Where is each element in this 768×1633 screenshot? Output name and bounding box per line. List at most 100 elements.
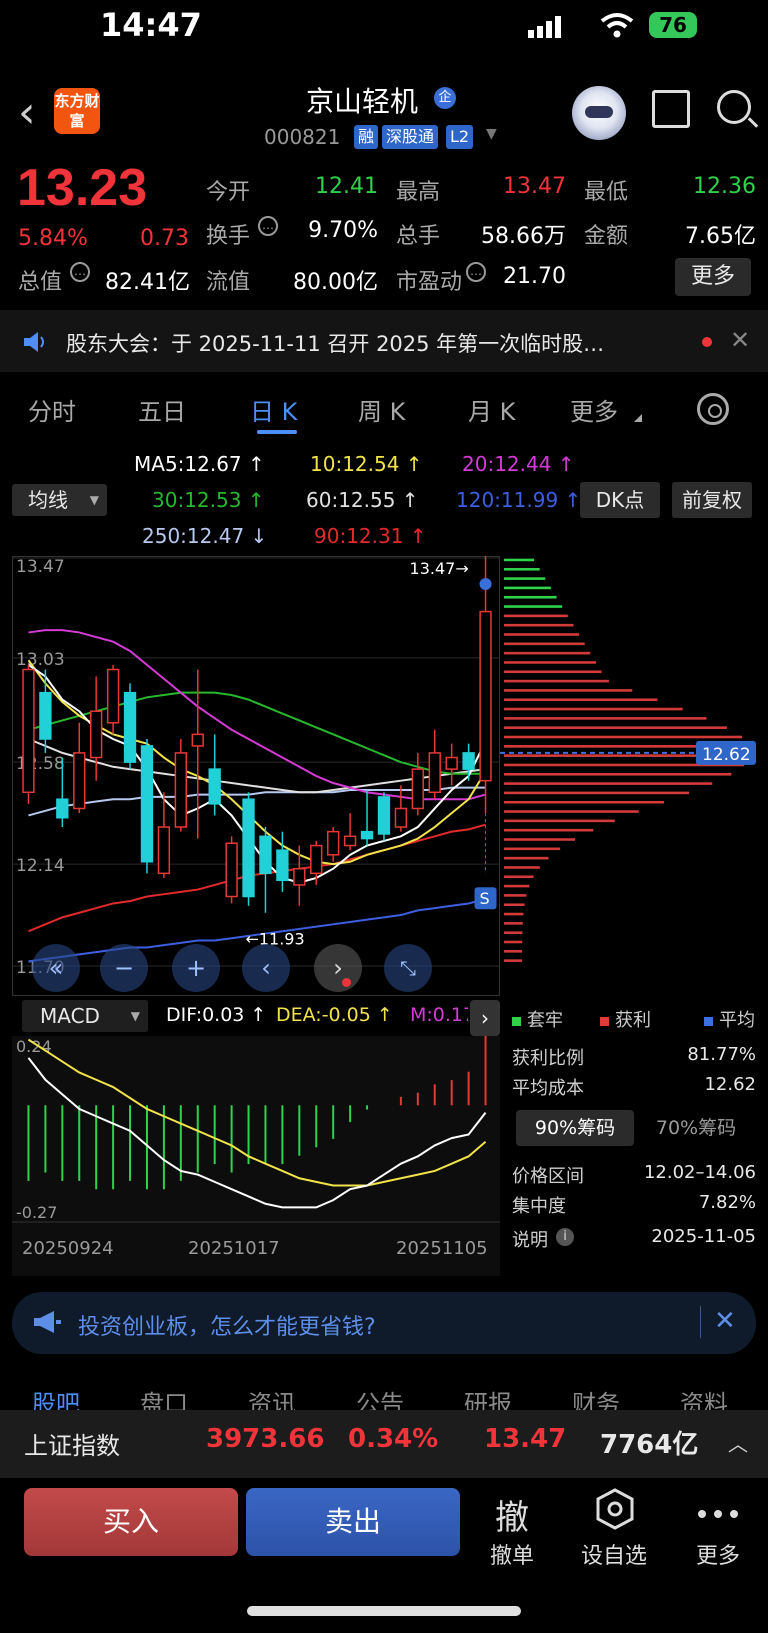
chip-bar bbox=[504, 717, 707, 720]
chip-bar bbox=[504, 698, 658, 702]
chip-bar bbox=[504, 707, 683, 711]
cancel-order-label[interactable]: 撤单 bbox=[472, 1538, 552, 1570]
tab-month-k[interactable]: 月 K bbox=[468, 392, 515, 427]
fullscreen-icon[interactable]: ⤡ bbox=[384, 944, 432, 992]
chevron-down-icon[interactable]: ▼ bbox=[486, 126, 497, 142]
chip-bar bbox=[504, 782, 713, 785]
signal-icon bbox=[528, 16, 564, 38]
x-tick-label: 20250924 bbox=[22, 1238, 114, 1259]
candle-body bbox=[445, 756, 458, 770]
share-icon[interactable] bbox=[652, 90, 690, 128]
legend-swatch bbox=[512, 1017, 521, 1026]
tab-day-k[interactable]: 日 K bbox=[250, 392, 297, 427]
ma5-value: MA5:12.67 ↑ bbox=[134, 452, 265, 476]
chevron-right-icon[interactable]: › bbox=[470, 1000, 500, 1036]
buy-button[interactable]: 买入 bbox=[24, 1488, 238, 1556]
tab-more[interactable]: 更多 bbox=[570, 392, 618, 427]
open-label: 今开 bbox=[206, 180, 251, 205]
ma-select[interactable]: 均线 ▼ bbox=[12, 484, 107, 516]
y-tick-label: 13.03 bbox=[16, 650, 65, 670]
level2-tag: L2 bbox=[446, 125, 474, 149]
change-amount: 0.73 bbox=[140, 226, 189, 251]
candlestick-chart[interactable]: 13.4713.0312.5812.1411.7013.47→←11.93S bbox=[12, 556, 500, 996]
amount-value: 7.65亿 bbox=[685, 224, 756, 249]
high-value: 13.47 bbox=[503, 174, 566, 199]
next-icon[interactable]: › bbox=[314, 944, 362, 992]
ma90-line bbox=[28, 823, 486, 933]
candle-body bbox=[39, 691, 52, 740]
rewind-icon[interactable]: « bbox=[32, 944, 80, 992]
search-icon[interactable] bbox=[717, 90, 751, 124]
watchlist-icon[interactable] bbox=[594, 1488, 636, 1530]
prev-icon[interactable]: ‹ bbox=[242, 944, 290, 992]
info-icon[interactable]: … bbox=[258, 216, 278, 236]
zoom-in-icon[interactable]: + bbox=[172, 944, 220, 992]
more-label[interactable]: 更多 bbox=[678, 1538, 758, 1570]
candle-body bbox=[191, 733, 204, 747]
chip-bar bbox=[504, 726, 727, 729]
ma30-value: 30:12.53 ↑ bbox=[152, 488, 265, 512]
more-quote-button[interactable]: 更多 bbox=[675, 258, 751, 296]
close-icon[interactable]: ✕ bbox=[714, 1306, 736, 1336]
sell-button[interactable]: 卖出 bbox=[246, 1488, 460, 1556]
chip-bar bbox=[504, 838, 576, 841]
notice-text[interactable]: 股东大会：于 2025-11-11 召开 2025 年第一次临时股… bbox=[66, 328, 666, 358]
chip-distribution-chart: 12.62 bbox=[500, 558, 756, 962]
price-restore-button[interactable]: 前复权 bbox=[672, 482, 752, 518]
info-icon[interactable]: i bbox=[556, 1228, 574, 1246]
candle-body bbox=[377, 796, 391, 835]
corp-badge: 企 bbox=[434, 87, 456, 109]
tab-intraday[interactable]: 分时 bbox=[28, 392, 76, 427]
info-icon[interactable]: … bbox=[466, 262, 486, 282]
more-icon[interactable] bbox=[696, 1504, 740, 1518]
candle-body bbox=[276, 849, 289, 882]
dk-point-button[interactable]: DK点 bbox=[580, 482, 660, 518]
chip-bar bbox=[504, 922, 523, 925]
tab-five-day[interactable]: 五日 bbox=[138, 392, 186, 427]
watchlist-label[interactable]: 设自选 bbox=[574, 1538, 654, 1570]
back-icon[interactable]: ‹ bbox=[18, 88, 48, 138]
profit-ratio-value: 81.77% bbox=[687, 1044, 756, 1065]
candle-body bbox=[293, 867, 306, 886]
dropdown-icon: ▼ bbox=[130, 1009, 140, 1023]
macd-chart: 0.24 -0.27 20250924 20251017 20251105 bbox=[12, 1036, 500, 1276]
high-annotation: 13.47→ bbox=[410, 559, 469, 578]
close-icon[interactable]: ✕ bbox=[730, 326, 750, 354]
chip-90-tab[interactable]: 90%筹码 bbox=[516, 1110, 634, 1146]
chip-bar bbox=[504, 931, 523, 934]
chip-bar bbox=[504, 586, 551, 590]
chip-bar bbox=[504, 689, 633, 692]
candle-body bbox=[208, 768, 221, 805]
index-name: 上证指数 bbox=[24, 1432, 120, 1460]
pe-label: 市盈动 bbox=[396, 270, 463, 295]
candle-body bbox=[428, 752, 441, 794]
cancel-order-icon[interactable]: 撤 bbox=[472, 1490, 552, 1539]
stock-name[interactable]: 京山轻机 bbox=[306, 80, 418, 120]
y-tick-label: 0.24 bbox=[16, 1037, 52, 1056]
chip-bar bbox=[504, 894, 527, 897]
zoom-out-icon[interactable]: − bbox=[100, 944, 148, 992]
indicator-select[interactable]: MACD ▼ bbox=[22, 1000, 148, 1032]
tab-week-k[interactable]: 周 K bbox=[358, 392, 405, 427]
chip-bar bbox=[504, 735, 743, 739]
info-icon[interactable]: … bbox=[70, 262, 90, 282]
chip-bar bbox=[504, 623, 574, 627]
ad-text[interactable]: 投资创业板，怎么才能更省钱? bbox=[78, 1309, 376, 1341]
indicator-select-label: MACD bbox=[40, 1004, 100, 1028]
chip-bar bbox=[504, 679, 609, 683]
candle-body bbox=[106, 668, 120, 724]
chevron-up-icon[interactable]: ︿ bbox=[728, 1428, 748, 1457]
chip-bar bbox=[504, 856, 549, 860]
settings-icon[interactable] bbox=[697, 393, 729, 425]
legend-profit: 获利 bbox=[600, 1006, 651, 1032]
candle-body bbox=[411, 768, 424, 810]
open-value: 12.41 bbox=[315, 174, 378, 199]
chip-70-tab[interactable]: 70%筹码 bbox=[646, 1110, 746, 1146]
x-tick-label: 20251105 bbox=[396, 1238, 488, 1259]
chip-bar bbox=[504, 670, 602, 674]
candle-body bbox=[462, 752, 475, 770]
float-cap-label: 流值 bbox=[206, 270, 251, 295]
chip-bar bbox=[504, 661, 596, 664]
robot-avatar[interactable] bbox=[572, 86, 626, 140]
tab-underline bbox=[257, 430, 297, 434]
